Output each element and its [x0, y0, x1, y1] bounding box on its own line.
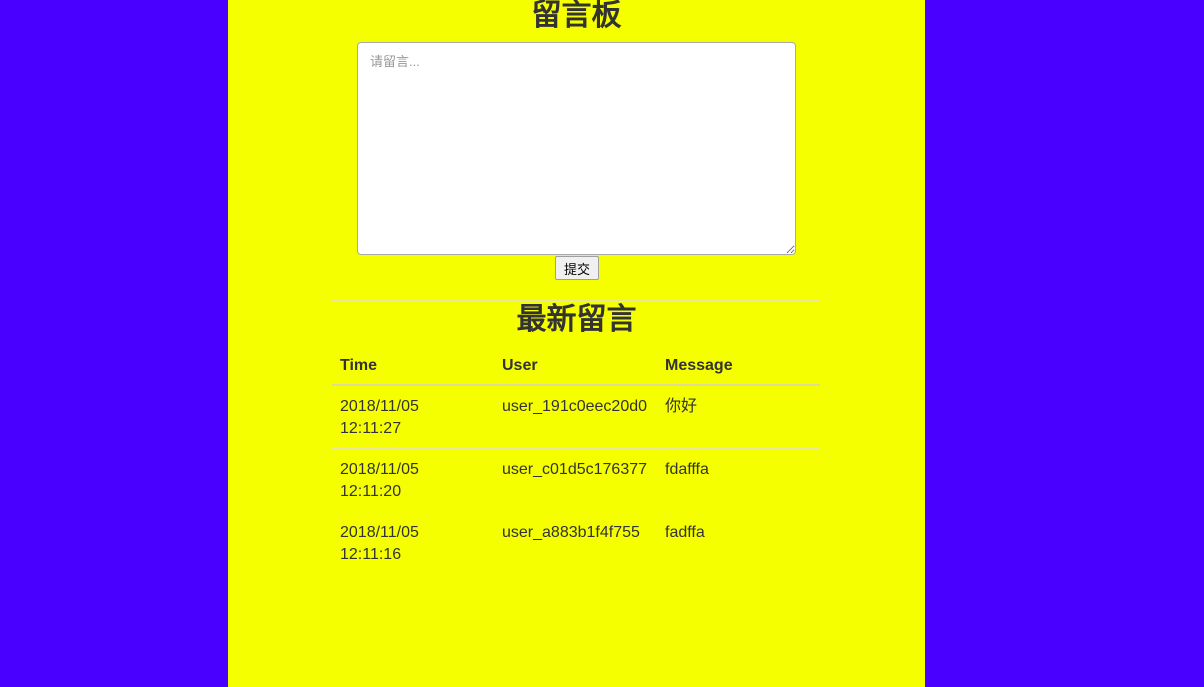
message-cell: 你好 — [665, 398, 698, 415]
user-cell: user_a883b1f4f755 — [494, 511, 657, 574]
table-header-row: Time User Message — [332, 346, 820, 386]
submit-button[interactable]: 提交 — [555, 256, 599, 280]
content-panel: 留言板 提交 最新留言 Time User Message 2018/11/05… — [228, 0, 925, 687]
column-header-time: Time — [332, 346, 494, 386]
message-input[interactable] — [357, 42, 796, 255]
table-row: 2018/11/05 12:11:16 user_a883b1f4f755 fa… — [332, 511, 820, 574]
messages-table: Time User Message 2018/11/05 12:11:27 us… — [332, 346, 820, 574]
time-cell: 2018/11/05 12:11:16 — [332, 511, 494, 574]
time-date: 2018/11/05 — [340, 524, 419, 541]
time-date: 2018/11/05 — [340, 398, 419, 415]
latest-messages-title: 最新留言 — [516, 303, 637, 336]
time-cell: 2018/11/05 12:11:20 — [332, 448, 494, 512]
time-clock: 12:11:20 — [340, 483, 402, 500]
time-clock: 12:11:16 — [340, 546, 402, 563]
table-row: 2018/11/05 12:11:20 user_c01d5c176377 fd… — [332, 448, 820, 512]
page-title: 留言板 — [531, 0, 622, 32]
time-date: 2018/11/05 — [340, 461, 419, 478]
table-row: 2018/11/05 12:11:27 user_191c0eec20d0 你好 — [332, 385, 820, 449]
message-cell: fdafffa — [657, 448, 820, 512]
column-header-message: Message — [657, 346, 820, 386]
time-clock: 12:11:27 — [340, 420, 402, 437]
message-cell: fadffa — [657, 511, 820, 574]
user-cell: user_c01d5c176377 — [494, 448, 657, 512]
column-header-user: User — [494, 346, 657, 386]
user-cell: user_191c0eec20d0 — [502, 398, 648, 415]
time-cell: 2018/11/05 12:11:27 — [332, 385, 494, 449]
